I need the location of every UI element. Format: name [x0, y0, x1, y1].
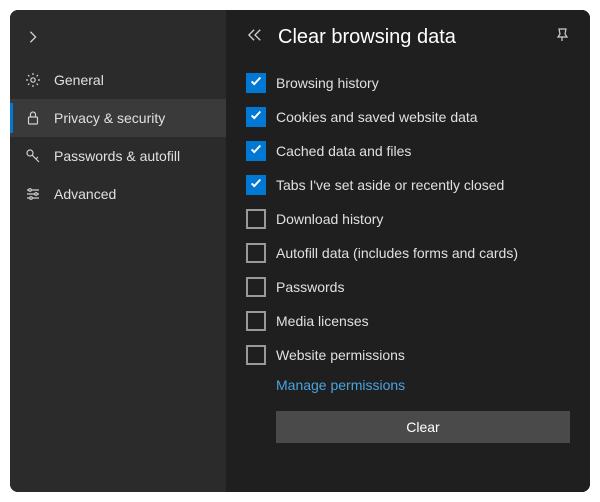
checkbox-label: Cookies and saved website data	[276, 109, 478, 125]
clear-button[interactable]: Clear	[276, 411, 570, 443]
sidebar: General Privacy & security Passwords & a…	[10, 10, 226, 492]
checkbox-list: Browsing history Cookies and saved websi…	[246, 69, 570, 443]
checkmark-icon	[249, 74, 263, 93]
pin-icon	[554, 30, 570, 47]
checkbox-browsing-history[interactable]: Browsing history	[246, 69, 570, 97]
checkbox-label: Tabs I've set aside or recently closed	[276, 177, 504, 193]
checkbox-input[interactable]	[246, 345, 266, 365]
checkbox-label: Cached data and files	[276, 143, 411, 159]
sidebar-item-general[interactable]: General	[10, 61, 226, 99]
checkbox-label: Website permissions	[276, 347, 405, 363]
checkbox-cached-data[interactable]: Cached data and files	[246, 137, 570, 165]
checkbox-input[interactable]	[246, 175, 266, 195]
settings-window: General Privacy & security Passwords & a…	[10, 10, 590, 492]
checkbox-tabs-set-aside[interactable]: Tabs I've set aside or recently closed	[246, 171, 570, 199]
checkbox-label: Media licenses	[276, 313, 369, 329]
checkbox-label: Autofill data (includes forms and cards)	[276, 245, 518, 261]
sidebar-item-advanced[interactable]: Advanced	[10, 175, 226, 213]
checkbox-website-permissions[interactable]: Website permissions	[246, 341, 570, 369]
key-icon	[24, 147, 42, 165]
sidebar-item-privacy-security[interactable]: Privacy & security	[10, 99, 226, 137]
checkbox-label: Browsing history	[276, 75, 379, 91]
content-header: Clear browsing data	[246, 26, 570, 49]
checkbox-input[interactable]	[246, 141, 266, 161]
sidebar-item-label: Advanced	[54, 186, 116, 202]
checkbox-input[interactable]	[246, 243, 266, 263]
sliders-icon	[24, 185, 42, 203]
page-title: Clear browsing data	[278, 26, 456, 49]
back-button[interactable]	[246, 28, 264, 47]
checkbox-media-licenses[interactable]: Media licenses	[246, 307, 570, 335]
checkbox-input[interactable]	[246, 311, 266, 331]
chevron-right-icon	[26, 31, 40, 48]
checkmark-icon	[249, 142, 263, 161]
checkbox-label: Passwords	[276, 279, 344, 295]
checkbox-download-history[interactable]: Download history	[246, 205, 570, 233]
sidebar-item-label: Passwords & autofill	[54, 148, 180, 164]
manage-permissions-link[interactable]: Manage permissions	[276, 377, 570, 393]
checkbox-input[interactable]	[246, 209, 266, 229]
gear-icon	[24, 71, 42, 89]
pin-button[interactable]	[554, 27, 570, 48]
checkbox-autofill-data[interactable]: Autofill data (includes forms and cards)	[246, 239, 570, 267]
checkbox-cookies[interactable]: Cookies and saved website data	[246, 103, 570, 131]
sidebar-item-passwords-autofill[interactable]: Passwords & autofill	[10, 137, 226, 175]
content-panel: Clear browsing data Browsing history Coo…	[226, 10, 590, 492]
sidebar-item-label: General	[54, 72, 104, 88]
checkbox-input[interactable]	[246, 73, 266, 93]
checkmark-icon	[249, 176, 263, 195]
sidebar-item-label: Privacy & security	[54, 110, 165, 126]
double-chevron-left-icon	[246, 28, 264, 47]
checkbox-input[interactable]	[246, 277, 266, 297]
sidebar-expand-button[interactable]	[10, 18, 226, 61]
checkbox-label: Download history	[276, 211, 383, 227]
checkbox-passwords[interactable]: Passwords	[246, 273, 570, 301]
lock-icon	[24, 109, 42, 127]
checkmark-icon	[249, 108, 263, 127]
checkbox-input[interactable]	[246, 107, 266, 127]
